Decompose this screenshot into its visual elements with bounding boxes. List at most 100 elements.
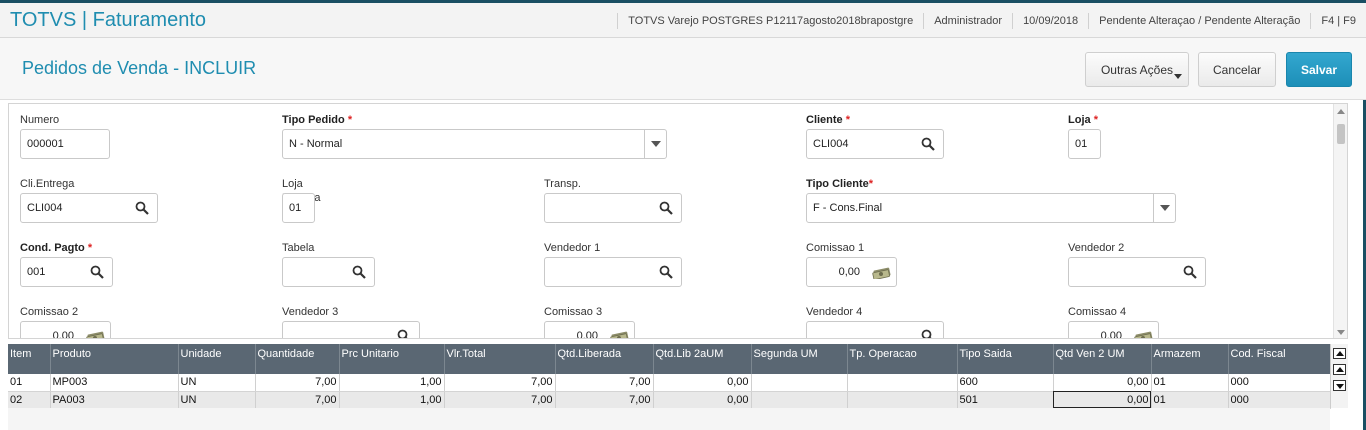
numero-input[interactable]: 000001 [20,129,110,159]
grid-header-row: Item Produto Unidade Quantidade Prc Unit… [8,344,1331,374]
col-header[interactable]: Cod. Fiscal [1228,344,1331,374]
cliente-input[interactable]: CLI004 [806,129,944,159]
col-header[interactable]: Quantidade [255,344,340,374]
vendedor4-label: Vendedor 4 [806,306,863,318]
search-icon[interactable] [90,265,104,279]
search-icon[interactable] [659,201,673,215]
money-icon[interactable] [86,330,106,339]
col-header[interactable]: Armazem [1151,344,1229,374]
save-label: Salvar [1300,62,1338,77]
cell[interactable]: 7,00 [555,391,654,409]
col-header[interactable]: Prc Unitario [339,344,445,374]
form-scrollbar[interactable] [1333,104,1347,338]
scroll-up-icon[interactable] [1337,109,1345,114]
comissao3-input[interactable]: 0,00 [544,321,635,339]
go-up-icon[interactable] [1333,364,1346,375]
money-icon[interactable] [610,330,630,339]
user-label[interactable]: Administrador [923,12,1012,29]
col-header[interactable]: Tp. Operacao [847,344,958,374]
cell[interactable]: UN [178,374,256,392]
cond-pagto-input[interactable]: 001 [20,257,113,287]
comissao1-input[interactable]: 0,00 [806,257,897,287]
numero-label: Numero [20,114,60,126]
chevron-down-icon[interactable] [644,130,666,158]
table-row[interactable]: 02 PA003 UN 7,00 1,00 7,00 7,00 0,00 501… [8,391,1331,409]
transp-input[interactable] [544,193,682,223]
money-icon[interactable] [872,266,892,279]
cell[interactable]: 600 [957,374,1054,392]
tipo-cliente-select[interactable]: F - Cons.Final [806,193,1176,223]
cell[interactable]: 000 [1228,391,1331,409]
col-header[interactable]: Produto [50,344,179,374]
cell[interactable]: 0,00 [1053,374,1152,392]
field-comissao2: Comissao 2 0,00 [20,305,111,339]
loja-input[interactable]: 01 [1068,129,1101,159]
search-icon[interactable] [352,265,366,279]
go-first-icon[interactable] [1333,348,1346,359]
cell[interactable]: 01 [1151,391,1229,409]
outras-acoes-button[interactable]: Outras Ações [1085,52,1189,87]
vendedor1-input[interactable] [544,257,682,287]
search-icon[interactable] [397,329,411,339]
scroll-down-icon[interactable] [1337,330,1345,335]
col-header[interactable]: Qtd.Lib 2aUM [653,344,752,374]
cell[interactable] [847,391,958,409]
cancel-button[interactable]: Cancelar [1198,52,1276,87]
cell[interactable]: 7,00 [444,374,556,392]
cell[interactable]: MP003 [50,374,179,392]
cell[interactable]: 1,00 [339,391,445,409]
status-label: Pendente Alteraçao / Pendente Alteração [1088,12,1310,29]
cell[interactable]: 02 [8,391,51,409]
cell[interactable] [847,374,958,392]
cell[interactable]: 01 [8,374,51,392]
tipo-cliente-label: Tipo Cliente* [806,178,874,190]
col-header[interactable]: Qtd Ven 2 UM [1053,344,1152,374]
date-label: 10/09/2018 [1012,12,1088,29]
col-header[interactable]: Segunda UM [751,344,848,374]
cell[interactable]: 0,00 [653,391,752,409]
cell[interactable]: PA003 [50,391,179,409]
cell[interactable]: 501 [957,391,1054,409]
col-header[interactable]: Item [8,344,51,374]
save-button[interactable]: Salvar [1286,52,1352,87]
cell[interactable]: 0,00 [1053,391,1152,409]
tabela-input[interactable] [282,257,375,287]
cli-entrega-input[interactable]: CLI004 [20,193,158,223]
field-vendedor1: Vendedor 1 [544,241,682,287]
vendedor3-input[interactable] [282,321,420,339]
search-icon[interactable] [1183,265,1197,279]
search-icon[interactable] [921,137,935,151]
cell[interactable] [751,391,848,409]
cell[interactable]: 01 [1151,374,1229,392]
cell[interactable]: 0,00 [653,374,752,392]
search-icon[interactable] [921,329,935,339]
tipo-pedido-select[interactable]: N - Normal [282,129,667,159]
col-header[interactable]: Unidade [178,344,256,374]
money-icon[interactable] [1134,330,1154,339]
col-header[interactable]: Qtd.Liberada [555,344,654,374]
search-icon[interactable] [659,265,673,279]
comissao2-input[interactable]: 0,00 [20,321,111,339]
cell[interactable]: 7,00 [255,391,340,409]
cell[interactable]: UN [178,391,256,409]
go-down-icon[interactable] [1333,380,1346,391]
cell[interactable]: 7,00 [444,391,556,409]
cell[interactable]: 7,00 [255,374,340,392]
shortcuts-label[interactable]: F4 | F9 [1310,12,1366,29]
chevron-down-icon[interactable] [1153,194,1175,222]
vendedor2-input[interactable] [1068,257,1206,287]
app-title: TOTVS | Faturamento [10,9,207,31]
scroll-thumb[interactable] [1337,124,1345,144]
cell[interactable]: 7,00 [555,374,654,392]
col-header[interactable]: Tipo Saida [957,344,1054,374]
search-icon[interactable] [135,201,149,215]
table-row[interactable]: 01 MP003 UN 7,00 1,00 7,00 7,00 0,00 600… [8,374,1331,392]
cell[interactable]: 1,00 [339,374,445,392]
comissao4-input[interactable]: 0,00 [1068,321,1159,339]
vendedor4-input[interactable] [806,321,944,339]
order-form: Numero 000001 Tipo Pedido * N - Normal C… [8,103,1348,339]
cell[interactable] [751,374,848,392]
loja-entrega-input[interactable]: 01 [282,193,315,223]
col-header[interactable]: Vlr.Total [444,344,556,374]
cell[interactable]: 000 [1228,374,1331,392]
